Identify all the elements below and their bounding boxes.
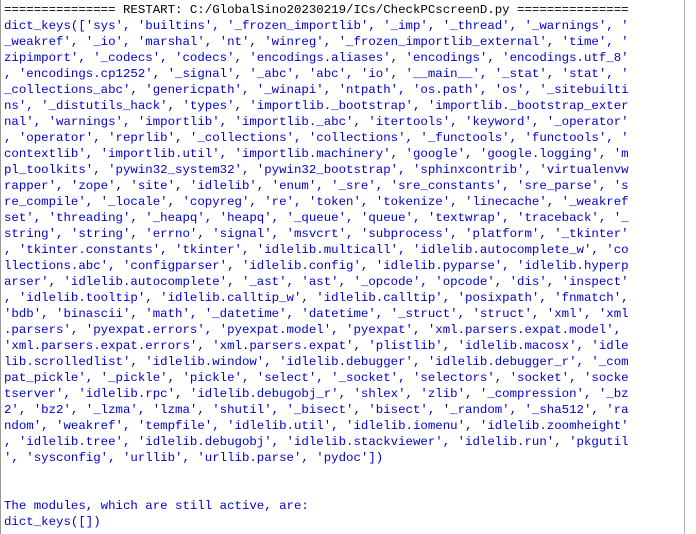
shell-output-line: pl_toolkits', 'pywin32_system32', 'pywin…	[4, 163, 629, 177]
shell-output-line: lib.scrolledlist', 'idlelib.window', 'id…	[4, 355, 629, 369]
shell-output-line	[4, 466, 684, 482]
shell-output-line: contextlib', 'importlib.util', 'importli…	[4, 147, 629, 161]
shell-output-line: dict_keys([])	[4, 515, 101, 529]
shell-output-line: The modules, which are still active, are…	[4, 499, 309, 513]
shell-output-line: ', 'sysconfig', 'urllib', 'urllib.parse'…	[4, 451, 384, 465]
shell-output-line	[4, 482, 684, 498]
shell-output-lines: dict_keys(['sys', 'builtins', '_frozen_i…	[4, 18, 684, 530]
shell-output-line: string', 'string', 'errno', 'signal', 'm…	[4, 227, 629, 241]
shell-output-line: , 'tkinter.constants', 'tkinter', 'idlel…	[4, 243, 629, 257]
shell-output-line: tserver', 'idlelib.rpc', 'idlelib.debugo…	[4, 387, 629, 401]
shell-output-line: nal', 'warnings', 'importlib', 'importli…	[4, 115, 629, 129]
shell-output-line: ndom', 'weakref', 'tempfile', 'idlelib.u…	[4, 419, 629, 433]
shell-output-line: 'xml.parsers.expat.errors', 'xml.parsers…	[4, 339, 629, 353]
restart-banner-line: =============== RESTART: C:/GlobalSino20…	[4, 3, 629, 17]
python-idle-shell-window: =============== RESTART: C:/GlobalSino20…	[0, 0, 696, 534]
shell-output-line: 2', 'bz2', '_lzma', 'lzma', 'shutil', '_…	[4, 403, 629, 417]
shell-output-line: , 'operator', 'reprlib', '_collections',…	[4, 131, 629, 145]
shell-output-line: , 'idlelib.tree', 'idlelib.debugobj', 'i…	[4, 435, 629, 449]
shell-output-line: set', 'threading', '_heapq', 'heapq', '_…	[4, 211, 629, 225]
shell-output-line: .parsers', 'pyexpat.errors', 'pyexpat.mo…	[4, 323, 622, 337]
shell-output-line: zipimport', '_codecs', 'codecs', 'encodi…	[4, 51, 629, 65]
shell-output-line: _weakref', '_io', 'marshal', 'nt', 'winr…	[4, 35, 629, 49]
shell-output-line: pat_pickle', '_pickle', 'pickle', 'selec…	[4, 371, 629, 385]
shell-output-line: , 'encodings.cp1252', '_signal', '_abc',…	[4, 67, 629, 81]
shell-output-line: ns', '_distutils_hack', 'types', 'import…	[4, 99, 629, 113]
shell-output-line: llections.abc', 'configparser', 'idlelib…	[4, 259, 629, 273]
shell-output-line: dict_keys(['sys', 'builtins', '_frozen_i…	[4, 19, 629, 33]
shell-output-text-area[interactable]: =============== RESTART: C:/GlobalSino20…	[0, 0, 684, 534]
shell-output-line: arser', 'idlelib.autocomplete', '_ast', …	[4, 275, 629, 289]
shell-output-line: rapper', 'zope', 'site', 'idlelib', 'enu…	[4, 179, 629, 193]
shell-output-line: re_compile', '_locale', 'copyreg', 're',…	[4, 195, 629, 209]
shell-output-line: 'bdb', 'binascii', 'math', '_datetime', …	[4, 307, 629, 321]
shell-output-line: _collections_abc', 'genericpath', '_wina…	[4, 83, 629, 97]
shell-output-line: , 'idlelib.tooltip', 'idlelib.calltip_w'…	[4, 291, 629, 305]
